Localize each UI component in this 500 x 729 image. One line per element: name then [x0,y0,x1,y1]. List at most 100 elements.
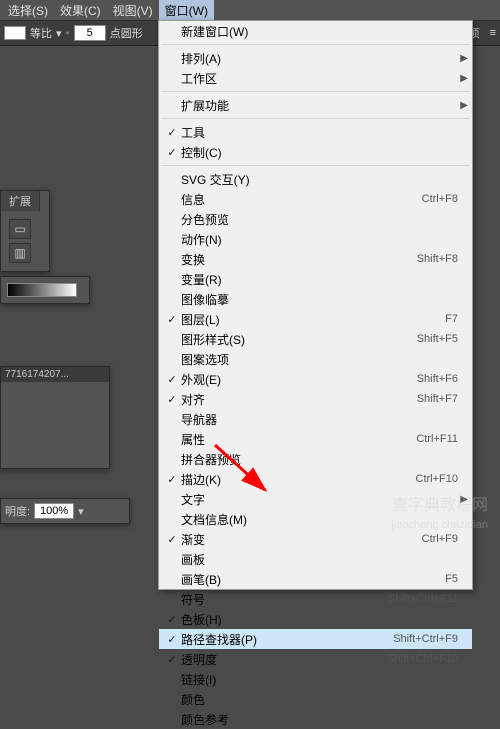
menu-item[interactable]: ✓色板(H) [159,609,472,629]
dropdown-caret-icon[interactable]: ▾ [56,27,62,40]
menu-item-shortcut: Shift+F7 [417,393,458,405]
menu-item[interactable]: 颜色参考 [159,709,472,729]
check-icon: ✓ [163,373,181,386]
menu-item[interactable]: 图像临摹 [159,289,472,309]
menu-separator [161,91,470,92]
menu-item[interactable]: 变量(R) [159,269,472,289]
menu-item[interactable]: 工作区▶ [159,68,472,88]
menu-item[interactable]: 颜色 [159,689,472,709]
menu-item-label: 画笔(B) [181,571,445,588]
menu-item-label: 描边(K) [181,471,416,488]
menu-item-shortcut: Shift+Ctrl+F11 [388,593,458,605]
uniform-label: 等比 [30,25,52,41]
menu-item-shortcut: Ctrl+F10 [416,473,459,485]
menu-item-shortcut: F5 [445,573,458,585]
menu-item-shortcut: Shift+F6 [417,373,458,385]
panel-tab-extensions[interactable]: 扩展 [1,191,40,211]
menu-item[interactable]: SVG 交互(Y) [159,169,472,189]
menu-item-label: 渐变 [181,531,422,548]
stroke-swatch[interactable] [4,26,26,40]
menu-item[interactable]: 文字▶ [159,489,472,509]
menu-item-label: 画板 [181,551,458,568]
panel-extensions: 扩展 ▭ ▥ [0,190,50,272]
menu-item[interactable]: 链接(I) [159,669,472,689]
submenu-arrow-icon: ▶ [460,100,468,111]
menu-item-label: SVG 交互(Y) [181,171,458,188]
menu-item-shortcut: Shift+F5 [417,333,458,345]
menu-item[interactable]: 文档信息(M) [159,509,472,529]
check-icon: ✓ [163,393,181,406]
menu-item-label: 颜色 [181,691,458,708]
menu-item[interactable]: 排列(A)▶ [159,48,472,68]
opacity-label: 明度: [5,503,30,519]
menu-item-shortcut: Ctrl+F11 [416,433,458,445]
menu-item-label: 路径查找器(P) [181,631,393,648]
menu-item-shortcut: F7 [445,313,458,325]
menu-item-label: 扩展功能 [181,97,458,114]
menu-separator [161,118,470,119]
menu-item-label: 图层(L) [181,311,445,328]
window-menu: 新建窗口(W)排列(A)▶工作区▶扩展功能▶✓工具✓控制(C)SVG 交互(Y)… [158,20,473,590]
menu-item-label: 变换 [181,251,417,268]
menu-item[interactable]: 图案选项 [159,349,472,369]
menu-item[interactable]: ✓图层(L)F7 [159,309,472,329]
menu-item-shortcut: Shift+F8 [417,253,458,265]
submenu-arrow-icon: ▶ [460,494,468,505]
menu-item[interactable]: 分色预览 [159,209,472,229]
menu-item[interactable]: 拼合器预览 [159,449,472,469]
menu-item[interactable]: ✓描边(K)Ctrl+F10 [159,469,472,489]
menu-item[interactable]: 图形样式(S)Shift+F5 [159,329,472,349]
menu-item[interactable]: ✓对齐Shift+F7 [159,389,472,409]
menu-item-label: 图案选项 [181,351,458,368]
menu-item[interactable]: ✓渐变Ctrl+F9 [159,529,472,549]
menu-item-label: 透明度 [181,651,387,668]
menu-item-label: 工作区 [181,70,458,87]
menu-item[interactable]: 符号Shift+Ctrl+F11 [159,589,472,609]
menu-item[interactable]: 导航器 [159,409,472,429]
file-name[interactable]: 7716174207... [1,367,109,382]
menu-view[interactable]: 视图(V) [107,0,159,21]
menu-item[interactable]: 变换Shift+F8 [159,249,472,269]
check-icon: ✓ [163,613,181,626]
flyout-icon[interactable]: ≡ [490,27,496,39]
menu-item-label: 变量(R) [181,271,458,288]
menubar: 选择(S) 效果(C) 视图(V) 窗口(W) [0,0,500,20]
menu-item[interactable]: 新建窗口(W) [159,21,472,41]
menu-item-label: 文档信息(M) [181,511,458,528]
panel-file: 7716174207... [0,366,110,469]
points-field[interactable] [74,25,106,41]
panel-icon-2[interactable]: ▥ [9,243,31,263]
points-label: 点圆形 [110,25,143,41]
caret-down-icon[interactable]: ▾ [78,505,84,518]
menu-item[interactable]: ✓路径查找器(P)Shift+Ctrl+F9 [159,629,472,649]
menu-item[interactable]: 属性Ctrl+F11 [159,429,472,449]
menu-effect[interactable]: 效果(C) [54,0,107,21]
menu-item[interactable]: 动作(N) [159,229,472,249]
gradient-bar[interactable] [7,283,77,297]
menu-item[interactable]: ✓透明度Shift+Ctrl+F10 [159,649,472,669]
menu-item[interactable]: ✓控制(C) [159,142,472,162]
menu-item-label: 图像临摹 [181,291,458,308]
menu-item[interactable]: 信息Ctrl+F8 [159,189,472,209]
menu-item[interactable]: ✓工具 [159,122,472,142]
menu-item-label: 拼合器预览 [181,451,458,468]
menu-item-shortcut: Ctrl+F9 [422,533,458,545]
menu-item-label: 控制(C) [181,144,458,161]
check-icon: ✓ [163,146,181,159]
menu-item-label: 动作(N) [181,231,458,248]
menu-item-shortcut: Ctrl+F8 [422,193,458,205]
menu-window[interactable]: 窗口(W) [159,0,214,21]
check-icon: ✓ [163,653,181,666]
menu-select[interactable]: 选择(S) [2,0,54,21]
menu-item[interactable]: 画笔(B)F5 [159,569,472,589]
menu-item-label: 外观(E) [181,371,417,388]
sep-icon: • [66,26,70,40]
submenu-arrow-icon: ▶ [460,73,468,84]
menu-item[interactable]: 画板 [159,549,472,569]
panel-transparency: 明度: ▾ [0,498,130,524]
menu-item-shortcut: Shift+Ctrl+F10 [387,653,458,665]
menu-item[interactable]: ✓外观(E)Shift+F6 [159,369,472,389]
menu-item[interactable]: 扩展功能▶ [159,95,472,115]
opacity-field[interactable] [34,503,74,519]
panel-icon-1[interactable]: ▭ [9,219,31,239]
